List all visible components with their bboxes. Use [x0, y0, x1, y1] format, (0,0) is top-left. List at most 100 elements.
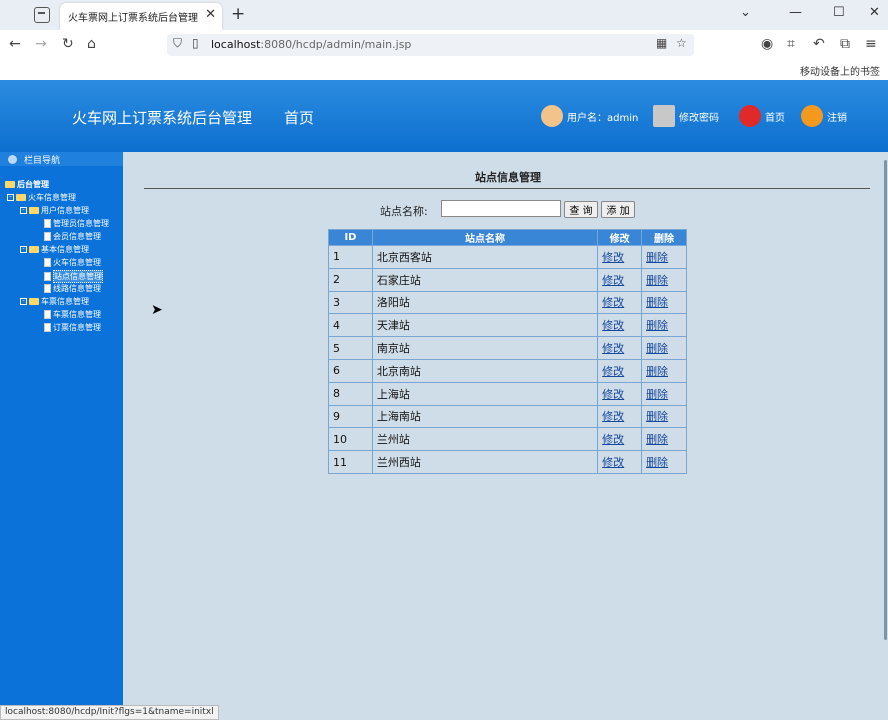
- cell-edit: 修改: [597, 427, 643, 452]
- tree-item-booking[interactable]: 订票信息管理: [44, 322, 101, 333]
- title-divider: [144, 188, 870, 189]
- edit-link[interactable]: 修改: [602, 251, 624, 264]
- mobile-bookmarks[interactable]: 移动设备上的书签: [800, 63, 880, 78]
- chevron-down-icon[interactable]: ⌄: [740, 5, 751, 20]
- scrollbar[interactable]: [884, 160, 887, 640]
- home-icon[interactable]: ⌂: [87, 36, 96, 52]
- table-row: 1 北京西客站 修改 删除: [328, 245, 687, 269]
- logout-link[interactable]: 注销: [801, 105, 847, 127]
- home-nav-link[interactable]: 首页: [284, 107, 314, 128]
- tree-root[interactable]: 后台管理: [5, 179, 49, 190]
- edit-link[interactable]: 修改: [602, 296, 624, 309]
- edit-link[interactable]: 修改: [602, 342, 624, 355]
- delete-link[interactable]: 删除: [646, 388, 668, 401]
- tree-item-admin[interactable]: 管理员信息管理: [44, 218, 109, 229]
- close-icon[interactable]: ✕: [205, 7, 216, 22]
- delete-link[interactable]: 删除: [646, 319, 668, 332]
- delete-link[interactable]: 删除: [646, 251, 668, 264]
- cell-delete: 删除: [641, 427, 687, 452]
- shield-icon[interactable]: ⛉: [173, 36, 182, 51]
- cell-edit: 修改: [597, 336, 643, 360]
- cell-id: 6: [328, 358, 373, 383]
- table-row: 9 上海南站 修改 删除: [328, 404, 687, 429]
- edit-link[interactable]: 修改: [602, 319, 624, 332]
- edit-link[interactable]: 修改: [602, 433, 624, 446]
- back-icon[interactable]: ←: [9, 36, 21, 52]
- edit-link[interactable]: 修改: [602, 274, 624, 287]
- minimize-icon[interactable]: —: [789, 5, 802, 20]
- bookmark-bar: 移动设备上的书签: [0, 60, 888, 80]
- table-row: 6 北京南站 修改 删除: [328, 358, 687, 383]
- collapse-icon[interactable]: -: [7, 194, 14, 201]
- edit-link[interactable]: 修改: [602, 365, 624, 378]
- cell-id: 9: [328, 404, 373, 429]
- crop-icon[interactable]: ⌗: [787, 36, 795, 52]
- page-info-icon[interactable]: ▯: [192, 36, 199, 50]
- delete-link[interactable]: 删除: [646, 410, 668, 423]
- cell-station-name: 兰州西站: [371, 450, 599, 474]
- extensions-icon[interactable]: ⧉: [840, 36, 850, 52]
- delete-link[interactable]: 删除: [646, 365, 668, 378]
- cell-station-name: 石家庄站: [371, 267, 599, 292]
- add-button[interactable]: 添 加: [601, 201, 635, 218]
- cell-station-name: 北京西客站: [371, 245, 599, 269]
- address-bar[interactable]: ⛉ ▯ localhost:8080/hcdp/admin/main.jsp ▦…: [167, 34, 694, 56]
- cell-delete: 删除: [641, 358, 687, 383]
- cell-id: 3: [328, 290, 373, 315]
- cell-station-name: 南京站: [371, 336, 599, 360]
- tools-icon: [653, 105, 675, 127]
- collapse-icon[interactable]: -: [20, 207, 27, 214]
- table-row: 2 石家庄站 修改 删除: [328, 267, 687, 292]
- undo-icon[interactable]: ↶: [813, 36, 825, 52]
- tree-group-basic[interactable]: - 基本信息管理: [20, 244, 89, 255]
- delete-link[interactable]: 删除: [646, 296, 668, 309]
- query-button[interactable]: 查 询: [564, 201, 598, 218]
- window-close-icon[interactable]: ✕: [869, 5, 880, 20]
- tab-list-icon[interactable]: [34, 7, 50, 23]
- cell-delete: 删除: [641, 290, 687, 315]
- delete-link[interactable]: 删除: [646, 342, 668, 355]
- tree-item-ticket[interactable]: 车票信息管理: [44, 309, 101, 320]
- delete-link[interactable]: 删除: [646, 456, 668, 469]
- cell-delete: 删除: [641, 404, 687, 429]
- station-name-input[interactable]: [441, 200, 561, 217]
- collapse-icon[interactable]: -: [20, 246, 27, 253]
- tree-group-ticket[interactable]: - 车票信息管理: [20, 296, 89, 307]
- tree-group-train[interactable]: - 火车信息管理: [7, 192, 76, 203]
- reload-icon[interactable]: ↻: [62, 36, 74, 52]
- qr-code-icon[interactable]: ▦: [656, 36, 667, 50]
- active-browser-tab[interactable]: 火车票网上订票系统后台管理 ✕: [60, 3, 222, 30]
- tree-group-user[interactable]: - 用户信息管理: [20, 205, 89, 216]
- cell-edit: 修改: [597, 404, 643, 429]
- change-password-link[interactable]: 修改密码: [653, 105, 719, 127]
- tree-item-station[interactable]: 站点信息管理: [44, 270, 103, 283]
- delete-link[interactable]: 删除: [646, 274, 668, 287]
- home-link[interactable]: 首页: [739, 105, 785, 127]
- tree-item-member[interactable]: 会员信息管理: [44, 231, 101, 242]
- delete-link[interactable]: 删除: [646, 433, 668, 446]
- tree-item-train[interactable]: 火车信息管理: [44, 257, 101, 268]
- folder-icon: [5, 181, 15, 188]
- new-tab-icon[interactable]: +: [231, 4, 245, 24]
- star-icon[interactable]: ☆: [676, 36, 687, 50]
- collapse-icon[interactable]: -: [20, 298, 27, 305]
- edit-link[interactable]: 修改: [602, 388, 624, 401]
- document-icon: [44, 284, 51, 293]
- maximize-icon[interactable]: ☐: [833, 5, 845, 20]
- cell-station-name: 上海南站: [371, 404, 599, 429]
- folder-icon: [29, 207, 39, 214]
- cell-edit: 修改: [597, 381, 643, 406]
- account-icon[interactable]: ◉: [761, 36, 773, 52]
- menu-icon[interactable]: ≡: [865, 36, 877, 52]
- mouse-cursor-icon: ➤: [151, 302, 163, 318]
- table-row: 11 兰州西站 修改 删除: [328, 450, 687, 474]
- cell-delete: 删除: [641, 245, 687, 269]
- cell-id: 11: [328, 450, 373, 474]
- edit-link[interactable]: 修改: [602, 410, 624, 423]
- tree-item-route[interactable]: 线路信息管理: [44, 283, 101, 294]
- edit-link[interactable]: 修改: [602, 456, 624, 469]
- cell-edit: 修改: [597, 245, 643, 269]
- nav-icon: [8, 154, 17, 164]
- user-label: 用户名：admin: [567, 112, 639, 124]
- forward-icon[interactable]: →: [35, 36, 47, 52]
